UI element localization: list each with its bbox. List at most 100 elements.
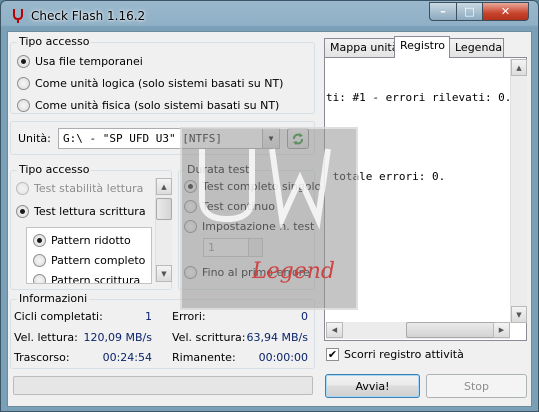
start-button[interactable]: Avvia! — [325, 374, 420, 398]
start-button-label: Avvia! — [355, 379, 390, 393]
access-type-group: Tipo accesso Usa file temporanei Come un… — [10, 35, 315, 114]
option-label: Test lettura scrittura — [34, 205, 146, 218]
log-text[interactable]: ti: #1 - errori rilevati: 0. totale erro… — [326, 59, 510, 323]
radio-icon[interactable] — [184, 200, 197, 213]
info-legend: Informazioni — [17, 292, 90, 305]
client-area: Tipo accesso Usa file temporanei Come un… — [7, 31, 532, 407]
cycles-value: 1 — [145, 310, 152, 323]
maximize-button[interactable]: □ — [456, 2, 483, 21]
duration-count-option[interactable]: Impostazione n. test — [184, 220, 314, 233]
drive-label: Unità: — [18, 132, 51, 145]
scroll-thumb[interactable] — [406, 322, 506, 338]
duration-legend: Durata test — [185, 163, 252, 176]
close-icon: ✕ — [500, 5, 511, 18]
remaining-label: Rimanente: — [172, 351, 236, 364]
checkmark-icon[interactable]: ✔ — [326, 348, 339, 361]
scroll-up-icon[interactable]: ▲ — [511, 59, 527, 76]
radio-icon[interactable] — [33, 234, 46, 247]
stop-button: Stop — [426, 374, 527, 398]
test-count-stepper: 1 — [203, 238, 263, 257]
pattern-write-option[interactable]: Pattern scrittura — [33, 274, 141, 284]
elapsed-value: 00:24:54 — [102, 351, 152, 364]
radio-icon — [16, 182, 29, 195]
log-line: totale errori: 0. — [326, 170, 446, 183]
tab-legend[interactable]: Legenda — [449, 38, 504, 57]
main-window: Check Flash 1.16.2 – □ ✕ Tipo accesso Us… — [0, 0, 539, 412]
drive-select[interactable]: G:\ - "SP UFD U3" [NTFS] ▼ — [58, 128, 280, 149]
cycles-label: Cicli completati: — [14, 310, 103, 323]
pattern-reduced-option[interactable]: Pattern ridotto — [33, 234, 131, 247]
radio-icon[interactable] — [33, 254, 46, 267]
maximize-icon: □ — [464, 5, 475, 18]
duration-first-error-option[interactable]: Fino al primo errore — [184, 266, 310, 279]
radio-icon[interactable] — [184, 266, 197, 279]
radio-icon[interactable] — [17, 55, 30, 68]
scroll-right-icon[interactable]: ▶ — [493, 322, 510, 338]
read-speed-value: 120,09 MB/s — [83, 331, 152, 344]
access-type-legend: Tipo accesso — [17, 35, 92, 48]
option-label: Test stabilità lettura — [34, 182, 144, 195]
option-label: Come unità fisica (solo sistemi basati s… — [35, 99, 280, 112]
stepper-arrows-icon — [248, 239, 262, 256]
tab-log[interactable]: Registro — [394, 36, 450, 58]
option-label: Impostazione n. test — [202, 220, 315, 233]
option-label: Fino al primo errore — [202, 266, 310, 279]
access-physical-option[interactable]: Come unità fisica (solo sistemi basati s… — [17, 99, 279, 112]
option-label: Usa file temporanei — [35, 55, 143, 68]
refresh-drives-button[interactable] — [287, 128, 309, 149]
scroll-thumb[interactable] — [156, 198, 172, 220]
pattern-list: Pattern ridotto Pattern completo Pattern… — [26, 227, 152, 284]
log-line: ti: #1 - errori rilevati: 0. — [326, 91, 510, 104]
errors-label: Errori: — [172, 310, 206, 323]
radio-icon[interactable] — [17, 77, 30, 90]
scroll-down-icon[interactable]: ▼ — [511, 306, 527, 323]
scroll-log-label: Scorri registro attività — [344, 348, 464, 361]
title-bar[interactable]: Check Flash 1.16.2 – □ ✕ — [1, 1, 538, 31]
access-temp-files-option[interactable]: Usa file temporanei — [17, 55, 143, 68]
option-label: Pattern scrittura — [51, 274, 141, 284]
chevron-down-icon[interactable]: ▼ — [262, 129, 279, 148]
radio-icon[interactable] — [16, 205, 29, 218]
scroll-log-checkbox[interactable]: ✔ Scorri registro attività — [326, 348, 464, 361]
radio-icon[interactable] — [17, 99, 30, 112]
remaining-value: 00:00:00 — [258, 351, 308, 364]
refresh-icon — [293, 132, 303, 145]
test-read-write-option[interactable]: Test lettura scrittura — [16, 205, 146, 218]
window-title: Check Flash 1.16.2 — [31, 9, 146, 23]
radio-icon[interactable] — [184, 220, 197, 233]
tab-drive-map[interactable]: Mappa unità — [324, 38, 399, 57]
tab-label: Registro — [400, 39, 446, 52]
access-logical-option[interactable]: Come unità logica (solo sistemi basati s… — [17, 77, 283, 90]
radio-icon[interactable] — [184, 180, 197, 193]
option-label: Test completo singolo — [202, 180, 322, 193]
errors-value: 0 — [301, 310, 308, 323]
scroll-down-icon[interactable]: ▼ — [156, 265, 172, 282]
duration-continuous-option[interactable]: Test continuo — [184, 200, 275, 213]
drive-select-value: G:\ - "SP UFD U3" [NTFS] — [63, 132, 222, 145]
tab-label: Mappa unità — [330, 41, 399, 54]
write-speed-value: 63,94 MB/s — [246, 331, 308, 344]
log-panel: ti: #1 - errori rilevati: 0. totale erro… — [324, 57, 527, 341]
app-logo-icon — [13, 9, 23, 23]
log-horizontal-scrollbar[interactable]: ◀ ▶ — [326, 322, 510, 339]
scroll-up-icon[interactable]: ▲ — [156, 178, 172, 195]
minimize-icon: – — [440, 5, 446, 18]
test-progress-bar — [13, 376, 313, 395]
test-type-legend: Tipo accesso — [17, 163, 92, 176]
duration-single-option[interactable]: Test completo singolo — [184, 180, 321, 193]
close-button[interactable]: ✕ — [482, 2, 529, 21]
pattern-complete-option[interactable]: Pattern completo — [33, 254, 145, 267]
read-speed-label: Vel. lettura: — [14, 331, 78, 344]
log-vertical-scrollbar[interactable]: ▲ ▼ — [510, 59, 527, 323]
test-type-scrollbar[interactable]: ▲ ▼ — [155, 178, 172, 282]
stop-button-label: Stop — [463, 379, 489, 393]
elapsed-label: Trascorso: — [14, 351, 70, 364]
option-label: Come unità logica (solo sistemi basati s… — [35, 77, 284, 90]
test-read-stability-option: Test stabilità lettura — [16, 182, 143, 195]
radio-icon[interactable] — [33, 274, 46, 283]
option-label: Pattern completo — [51, 254, 146, 267]
minimize-button[interactable]: – — [429, 2, 457, 21]
test-count-value: 1 — [208, 241, 215, 254]
scroll-left-icon[interactable]: ◀ — [326, 322, 343, 338]
